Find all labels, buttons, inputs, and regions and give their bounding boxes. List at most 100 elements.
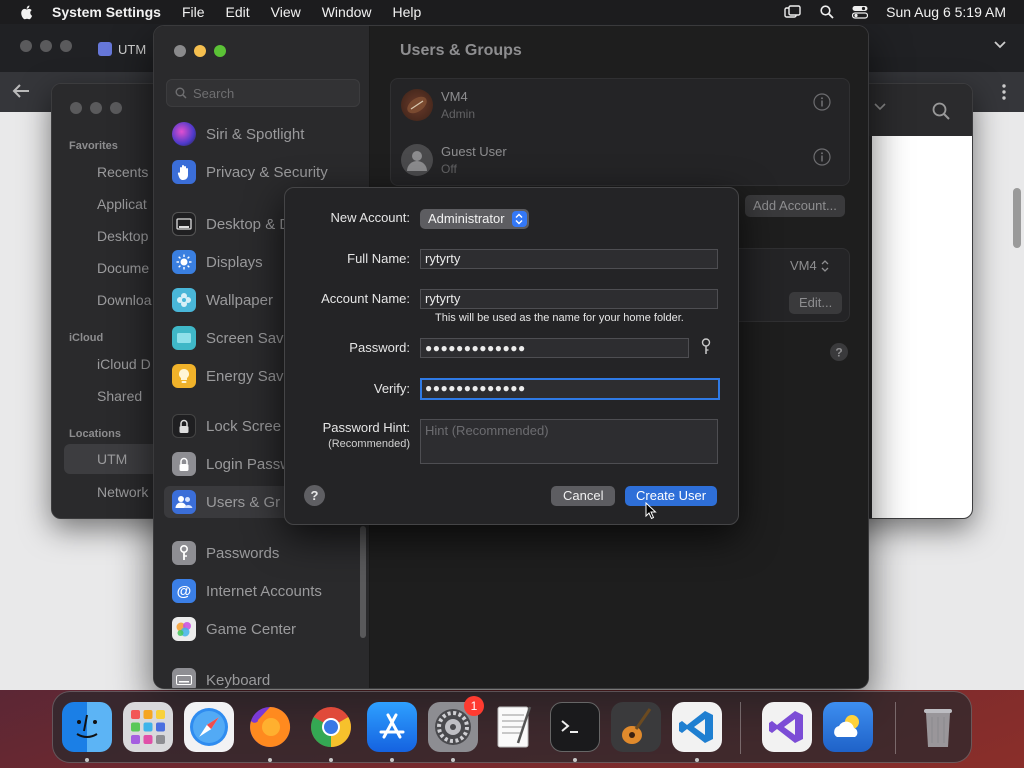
dock-firefox[interactable]	[245, 702, 295, 752]
finder-section-favorites: Favorites	[69, 140, 118, 152]
users-list: VM4 Admin Guest User Off	[390, 78, 850, 186]
sheet-help-button[interactable]: ?	[304, 485, 325, 506]
menu-clock[interactable]: Sun Aug 6 5:19 AM	[886, 4, 1006, 20]
sidebar-item-screen-saver[interactable]: Screen Sav	[172, 324, 284, 352]
screen-mirroring-icon[interactable]	[784, 5, 802, 19]
sidebar-item-displays[interactable]: Displays	[172, 248, 263, 276]
spotlight-search-icon[interactable]	[820, 5, 834, 19]
avatar	[401, 144, 433, 176]
sidebar-item-internet-accounts[interactable]: @ Internet Accounts	[172, 577, 322, 605]
sidebar-item-login-password[interactable]: Login Passw	[172, 450, 291, 478]
full-name-field[interactable]: rytyrty	[420, 249, 718, 269]
finder-item-utm[interactable]: UTM	[64, 444, 164, 474]
edit-button[interactable]: Edit...	[789, 292, 843, 314]
browser-zoom-button[interactable]	[60, 40, 72, 52]
finder-search-icon[interactable]	[932, 102, 950, 120]
create-user-button[interactable]: Create User	[625, 486, 718, 506]
lightbulb-icon	[172, 364, 196, 388]
verify-field[interactable]: ●●●●●●●●●●●●●	[420, 378, 720, 400]
password-assistant-key-icon[interactable]	[701, 338, 711, 356]
sidebar-item-desktop-dock[interactable]: Desktop & D	[172, 210, 290, 238]
new-account-sheet: New Account: Administrator Full Name: ry…	[284, 187, 739, 525]
menu-window[interactable]: Window	[322, 4, 372, 20]
menu-file[interactable]: File	[182, 4, 205, 20]
sidebar-item-lock-screen[interactable]: Lock Scree	[172, 412, 281, 440]
add-account-button[interactable]: Add Account...	[745, 195, 845, 217]
user-row-vm4[interactable]: VM4 Admin	[401, 81, 841, 131]
auto-login-select[interactable]: VM4	[790, 258, 829, 273]
help-icon[interactable]: ?	[829, 342, 849, 362]
finder-zoom-button[interactable]	[110, 102, 122, 114]
sidebar-item-siri-spotlight[interactable]: Siri & Spotlight	[172, 120, 304, 148]
finder-item-desktop[interactable]: Desktop	[97, 228, 148, 244]
sidebar-item-energy-saver[interactable]: Energy Sav	[172, 362, 284, 390]
lock-icon	[172, 414, 196, 438]
sidebar-item-label: Users & Gr	[206, 493, 281, 511]
dock-launchpad[interactable]	[123, 702, 173, 752]
settings-sidebar-scrollbar[interactable]	[360, 526, 366, 638]
settings-close-button[interactable]	[174, 45, 186, 57]
finder-item-network[interactable]: Network	[97, 484, 148, 500]
menu-app-name[interactable]: System Settings	[52, 4, 161, 20]
sidebar-item-passwords[interactable]: Passwords	[172, 539, 279, 567]
sidebar-item-label: Keyboard	[206, 671, 271, 689]
dock-textedit[interactable]	[489, 702, 539, 752]
apple-menu-icon[interactable]	[18, 3, 36, 21]
dock-trash[interactable]	[913, 702, 963, 752]
screen-saver-icon	[172, 326, 196, 350]
control-center-icon[interactable]	[852, 5, 869, 19]
browser-tab-utm[interactable]: UTM	[98, 34, 146, 64]
menu-edit[interactable]: Edit	[226, 4, 250, 20]
account-name-field[interactable]: rytyrty	[420, 289, 718, 309]
finder-group-chevron-icon[interactable]	[874, 102, 886, 112]
running-indicator	[695, 758, 699, 762]
settings-search-field[interactable]: Search	[166, 79, 360, 107]
sidebar-item-privacy-security[interactable]: Privacy & Security	[172, 158, 328, 186]
dock-safari[interactable]	[184, 702, 234, 752]
dock-terminal[interactable]	[550, 702, 600, 752]
dock-app-store[interactable]	[367, 702, 417, 752]
chevron-down-icon[interactable]	[994, 40, 1006, 50]
dock-garageband[interactable]	[611, 702, 661, 752]
password-hint-field[interactable]: Hint (Recommended)	[420, 419, 718, 464]
browser-close-button[interactable]	[20, 40, 32, 52]
menu-view[interactable]: View	[271, 4, 301, 20]
account-type-select[interactable]: Administrator	[420, 209, 529, 229]
dock-visual-studio[interactable]	[762, 702, 812, 752]
finder-item-recents[interactable]: Recents	[97, 164, 148, 180]
browser-scrollbar[interactable]	[1013, 188, 1021, 248]
finder-item-documents[interactable]: Docume	[97, 260, 149, 276]
running-indicator	[451, 758, 455, 762]
new-account-label: New Account:	[330, 210, 411, 225]
hand-icon	[172, 160, 196, 184]
utm-favicon-icon	[98, 42, 112, 56]
finder-item-downloads[interactable]: Downloa	[97, 292, 151, 308]
sidebar-item-wallpaper[interactable]: Wallpaper	[172, 286, 273, 314]
settings-zoom-button[interactable]	[214, 45, 226, 57]
back-arrow-icon[interactable]	[12, 83, 30, 99]
more-vertical-icon[interactable]	[1002, 84, 1006, 100]
user-row-guest[interactable]: Guest User Off	[401, 136, 841, 186]
sidebar-item-game-center[interactable]: Game Center	[172, 615, 296, 643]
info-icon[interactable]	[813, 148, 831, 166]
info-icon[interactable]	[813, 93, 831, 111]
siri-icon	[172, 122, 196, 146]
sidebar-item-label: Login Passw	[206, 455, 292, 473]
finder-close-button[interactable]	[70, 102, 82, 114]
finder-minimize-button[interactable]	[90, 102, 102, 114]
dock-weather[interactable]	[823, 702, 873, 752]
dock-finder[interactable]	[62, 702, 112, 752]
settings-minimize-button[interactable]	[194, 45, 206, 57]
trash-icon	[913, 702, 963, 752]
browser-minimize-button[interactable]	[40, 40, 52, 52]
dock-chrome[interactable]	[306, 702, 356, 752]
menu-help[interactable]: Help	[393, 4, 422, 20]
finder-item-applications[interactable]: Applicat	[97, 196, 147, 212]
finder-item-icloud-drive[interactable]: iCloud D	[97, 356, 151, 372]
dock-system-settings[interactable]: 1	[428, 696, 484, 752]
password-field[interactable]: ●●●●●●●●●●●●●	[420, 338, 689, 358]
dock-vscode[interactable]	[672, 702, 722, 752]
sidebar-item-keyboard[interactable]: Keyboard	[172, 666, 271, 689]
cancel-button[interactable]: Cancel	[551, 486, 616, 506]
finder-item-shared[interactable]: Shared	[97, 388, 142, 404]
